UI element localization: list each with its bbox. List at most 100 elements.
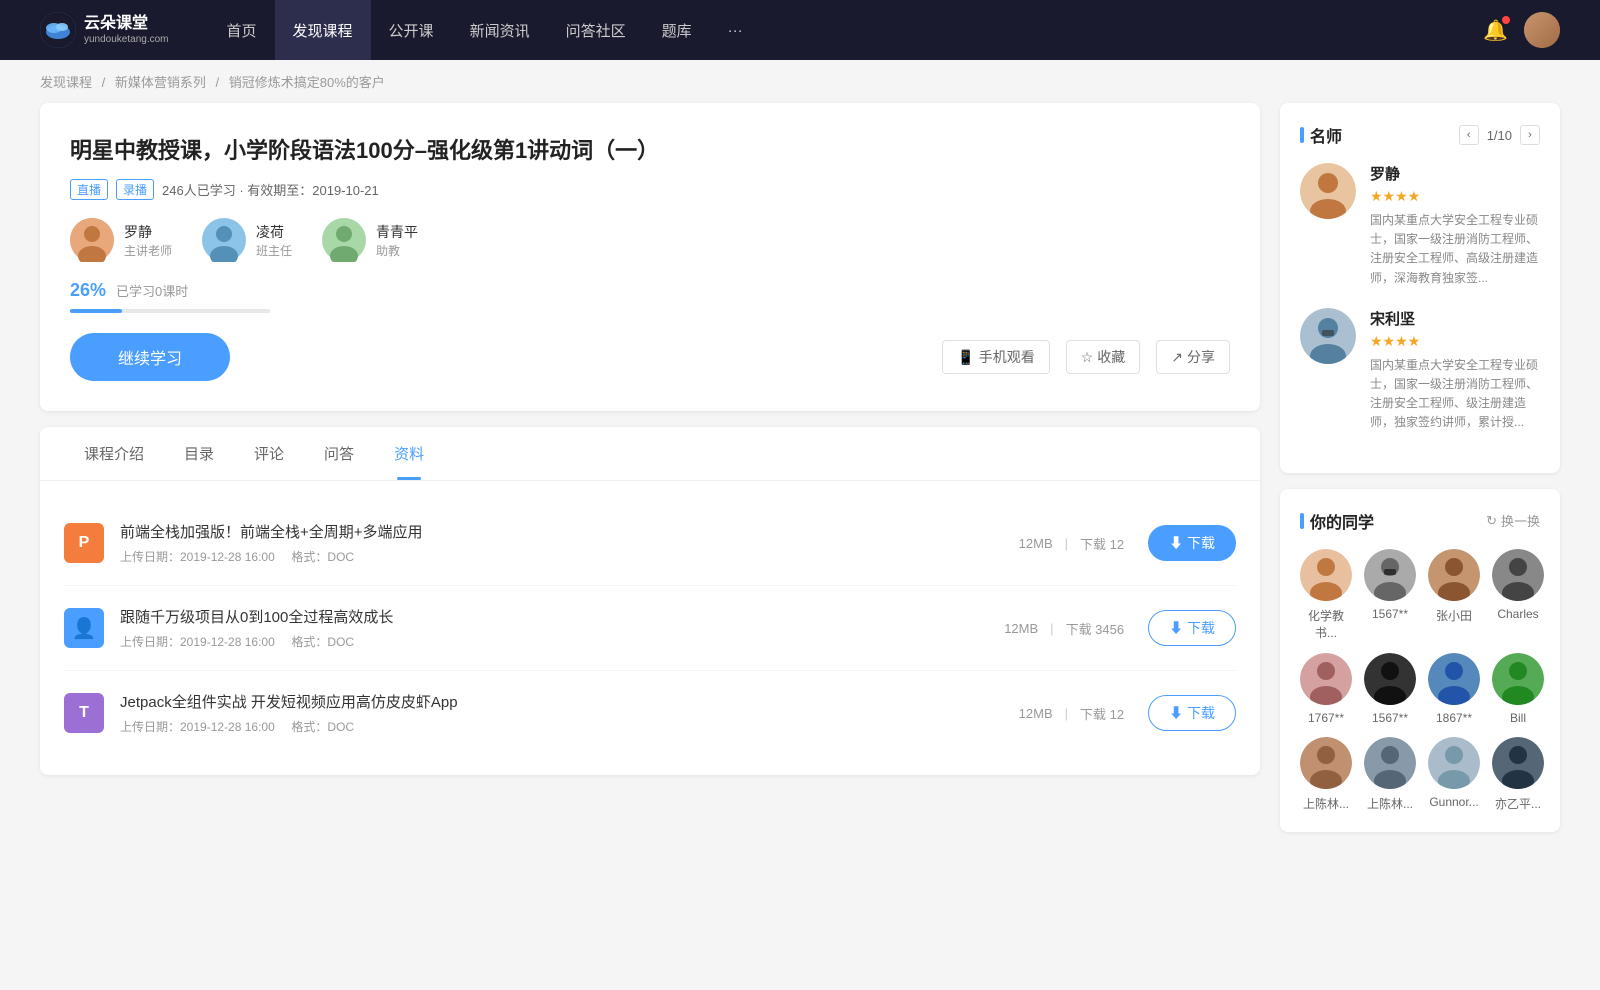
mobile-view-button[interactable]: 📱 手机观看 <box>942 340 1049 374</box>
instructor-info-0: 罗静 主讲老师 <box>124 222 172 259</box>
file-downloads-1: 下载 3456 <box>1066 619 1125 638</box>
file-name-0: 前端全栈加强版！前端全栈+全周期+多端应用 <box>120 521 995 542</box>
classmate-name-3: Charles <box>1497 607 1538 621</box>
file-item-1: 👤 跟随千万级项目从0到100全过程高效成长 上传日期：2019-12-28 1… <box>64 586 1236 671</box>
download-button-1[interactable]: ⬇ 下载 <box>1148 610 1236 646</box>
teacher-info-0: 罗静 ★★★★ 国内某重点大学安全工程专业硕士，国家一级注册消防工程师、注册安全… <box>1370 163 1540 288</box>
breadcrumb-series[interactable]: 新媒体营销系列 <box>115 75 206 90</box>
classmate-name-7: Bill <box>1510 711 1526 725</box>
bell-icon[interactable]: 🔔 <box>1483 18 1508 43</box>
action-row: 继续学习 📱 手机观看 ☆ 收藏 ↗ 分享 <box>70 333 1230 381</box>
course-title: 明星中教授课，小学阶段语法100分–强化级第1讲动词（一） <box>70 133 1230 165</box>
content-area: 明星中教授课，小学阶段语法100分–强化级第1讲动词（一） 直播 录播 246人… <box>40 103 1260 848</box>
classmate-name-4: 1767** <box>1308 711 1344 725</box>
collect-button[interactable]: ☆ 收藏 <box>1066 340 1141 374</box>
download-button-0[interactable]: ⬇ 下载 <box>1148 525 1236 561</box>
classmate-avatar-4 <box>1300 653 1352 705</box>
classmate-avatar-1 <box>1364 549 1416 601</box>
tab-qa[interactable]: 问答 <box>304 427 374 480</box>
instructor-role-2: 助教 <box>376 242 418 259</box>
classmate-2: 张小田 <box>1428 549 1480 641</box>
tabs-content: P 前端全栈加强版！前端全栈+全周期+多端应用 上传日期：2019-12-28 … <box>40 481 1260 775</box>
logo-text: 云朵课堂 yundouketang.com <box>84 14 169 45</box>
prev-page-btn[interactable]: ‹ <box>1459 125 1479 145</box>
file-info-1: 跟随千万级项目从0到100全过程高效成长 上传日期：2019-12-28 16:… <box>120 606 980 650</box>
classmates-title: 你的同学 <box>1300 509 1374 533</box>
course-tags: 直播 录播 246人已学习 · 有效期至：2019-10-21 <box>70 179 1230 200</box>
file-icon-0: P <box>64 523 104 563</box>
classmate-4: 1767** <box>1300 653 1352 725</box>
teacher-stars-1: ★★★★ <box>1370 333 1540 350</box>
file-stats-1: 12MB | 下载 3456 <box>1004 619 1124 638</box>
logo[interactable]: 云朵课堂 yundouketang.com <box>40 12 169 48</box>
course-meta: 246人已学习 · 有效期至：2019-10-21 <box>162 180 379 199</box>
nav-item-public[interactable]: 公开课 <box>371 0 452 60</box>
classmate-name-9: 上陈林... <box>1367 795 1413 812</box>
classmate-avatar-9 <box>1364 737 1416 789</box>
classmate-name-2: 张小田 <box>1436 607 1472 624</box>
file-meta-2: 上传日期：2019-12-28 16:00 格式：DOC <box>120 718 995 735</box>
breadcrumb-course[interactable]: 销冠修炼术搞定80%的客户 <box>229 75 385 90</box>
tab-review[interactable]: 评论 <box>234 427 304 480</box>
teachers-card-header: 名师 ‹ 1/10 › <box>1300 123 1540 147</box>
breadcrumb-discover[interactable]: 发现课程 <box>40 75 92 90</box>
tag-recorded: 录播 <box>116 179 154 200</box>
tabs-nav: 课程介绍 目录 评论 问答 资料 <box>40 427 1260 481</box>
nav-items: 首页 发现课程 公开课 新闻资讯 问答社区 题库 ··· <box>209 0 1484 60</box>
nav-item-qa[interactable]: 问答社区 <box>548 0 644 60</box>
classmate-name-5: 1567** <box>1372 711 1408 725</box>
course-card: 明星中教授课，小学阶段语法100分–强化级第1讲动词（一） 直播 录播 246人… <box>40 103 1260 411</box>
classmate-0: 化学教书... <box>1300 549 1352 641</box>
teacher-desc-0: 国内某重点大学安全工程专业硕士，国家一级注册消防工程师、注册安全工程师、高级注册… <box>1370 211 1540 288</box>
tag-live: 直播 <box>70 179 108 200</box>
teachers-title: 名师 <box>1300 123 1342 147</box>
file-info-2: Jetpack全组件实战 开发短视频应用高仿皮皮虾App 上传日期：2019-1… <box>120 691 995 735</box>
tab-intro[interactable]: 课程介绍 <box>64 427 164 480</box>
nav-item-discover[interactable]: 发现课程 <box>275 0 371 60</box>
tab-material[interactable]: 资料 <box>374 427 444 480</box>
refresh-icon: ↻ <box>1486 513 1497 529</box>
classmate-name-11: 亦乙平... <box>1495 795 1541 812</box>
refresh-classmates-button[interactable]: ↻ 换一换 <box>1486 511 1540 530</box>
classmates-grid: 化学教书... 1567** 张小田 <box>1300 549 1540 812</box>
breadcrumb-sep1: / <box>102 75 109 90</box>
nav-item-news[interactable]: 新闻资讯 <box>452 0 548 60</box>
logo-icon <box>40 12 76 48</box>
user-avatar[interactable] <box>1524 12 1560 48</box>
tab-catalog[interactable]: 目录 <box>164 427 234 480</box>
file-size-0: 12MB <box>1019 536 1053 551</box>
classmate-name-8: 上陈林... <box>1303 795 1349 812</box>
instructor-0: 罗静 主讲老师 <box>70 218 172 262</box>
classmate-avatar-7 <box>1492 653 1544 705</box>
file-downloads-2: 下载 12 <box>1080 704 1124 723</box>
nav-item-quiz[interactable]: 题库 <box>644 0 710 60</box>
file-sep-0: | <box>1065 536 1068 551</box>
nav-item-more[interactable]: ··· <box>710 0 761 60</box>
file-stats-0: 12MB | 下载 12 <box>1019 534 1124 553</box>
classmate-name-1: 1567** <box>1372 607 1408 621</box>
download-button-2[interactable]: ⬇ 下载 <box>1148 695 1236 731</box>
file-icon-2: T <box>64 693 104 733</box>
instructor-2: 青青平 助教 <box>322 218 418 262</box>
sidebar: 名师 ‹ 1/10 › 罗静 ★★★★ 国内某重点大学安全工程专业硕士，国家一级… <box>1280 103 1560 848</box>
file-sep-1: | <box>1050 621 1053 636</box>
teacher-info-1: 宋利坚 ★★★★ 国内某重点大学安全工程专业硕士，国家一级注册消防工程师、注册安… <box>1370 308 1540 433</box>
file-item-2: T Jetpack全组件实战 开发短视频应用高仿皮皮虾App 上传日期：2019… <box>64 671 1236 755</box>
classmate-7: Bill <box>1492 653 1544 725</box>
collect-icon: ☆ <box>1081 349 1094 366</box>
file-item-0: P 前端全栈加强版！前端全栈+全周期+多端应用 上传日期：2019-12-28 … <box>64 501 1236 586</box>
teachers-card: 名师 ‹ 1/10 › 罗静 ★★★★ 国内某重点大学安全工程专业硕士，国家一级… <box>1280 103 1560 473</box>
continue-button[interactable]: 继续学习 <box>70 333 230 381</box>
classmate-name-10: Gunnor... <box>1429 795 1478 809</box>
classmate-11: 亦乙平... <box>1492 737 1544 812</box>
nav-item-home[interactable]: 首页 <box>209 0 275 60</box>
teacher-desc-1: 国内某重点大学安全工程专业硕士，国家一级注册消防工程师、注册安全工程师、级注册建… <box>1370 356 1540 433</box>
file-stats-2: 12MB | 下载 12 <box>1019 704 1124 723</box>
file-size-1: 12MB <box>1004 621 1038 636</box>
share-button[interactable]: ↗ 分享 <box>1156 340 1230 374</box>
instructor-1: 凌荷 班主任 <box>202 218 292 262</box>
file-name-1: 跟随千万级项目从0到100全过程高效成长 <box>120 606 980 627</box>
breadcrumb: 发现课程 / 新媒体营销系列 / 销冠修炼术搞定80%的客户 <box>0 60 1600 103</box>
next-page-btn[interactable]: › <box>1520 125 1540 145</box>
navbar: 云朵课堂 yundouketang.com 首页 发现课程 公开课 新闻资讯 问… <box>0 0 1600 60</box>
